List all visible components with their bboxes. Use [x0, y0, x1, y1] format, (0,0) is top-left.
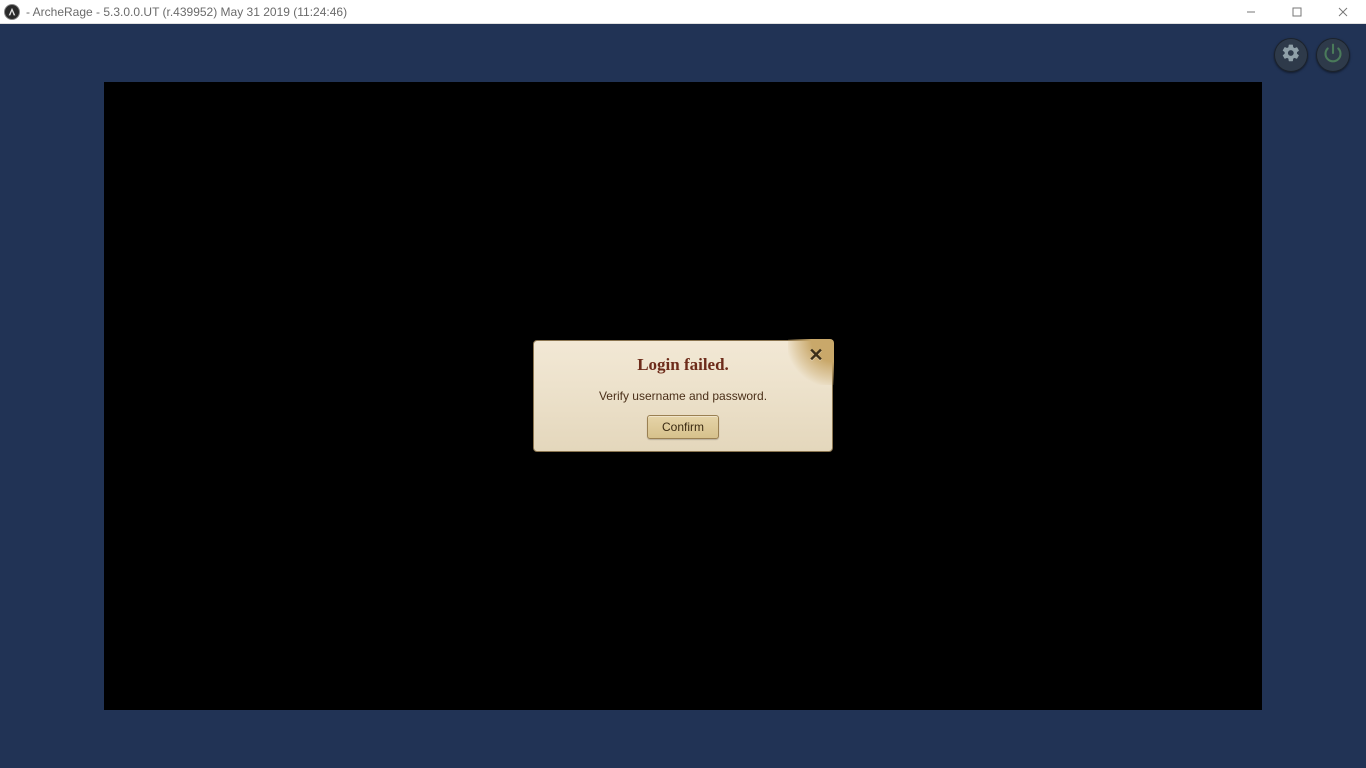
confirm-button[interactable]: Confirm: [647, 415, 719, 439]
launcher-body: ✕ Login failed. Verify username and pass…: [0, 24, 1366, 768]
close-window-button[interactable]: [1320, 0, 1366, 24]
window-title: - ArcheRage - 5.3.0.0.UT (r.439952) May …: [26, 5, 347, 19]
login-failed-dialog: ✕ Login failed. Verify username and pass…: [533, 340, 833, 452]
settings-button[interactable]: [1274, 38, 1308, 72]
minimize-button[interactable]: [1228, 0, 1274, 24]
power-button[interactable]: [1316, 38, 1350, 72]
power-icon: [1323, 43, 1343, 68]
window-titlebar: - ArcheRage - 5.3.0.0.UT (r.439952) May …: [0, 0, 1366, 24]
maximize-button[interactable]: [1274, 0, 1320, 24]
dialog-close-button[interactable]: ✕: [806, 345, 826, 365]
window-controls: [1228, 0, 1366, 24]
overlay-buttons: [1274, 38, 1350, 72]
close-icon: ✕: [808, 345, 823, 366]
dialog-title: Login failed.: [534, 341, 832, 383]
app-icon: [4, 4, 20, 20]
dialog-message: Verify username and password.: [534, 383, 832, 415]
gear-icon: [1281, 43, 1301, 68]
game-viewport: ✕ Login failed. Verify username and pass…: [104, 82, 1262, 710]
